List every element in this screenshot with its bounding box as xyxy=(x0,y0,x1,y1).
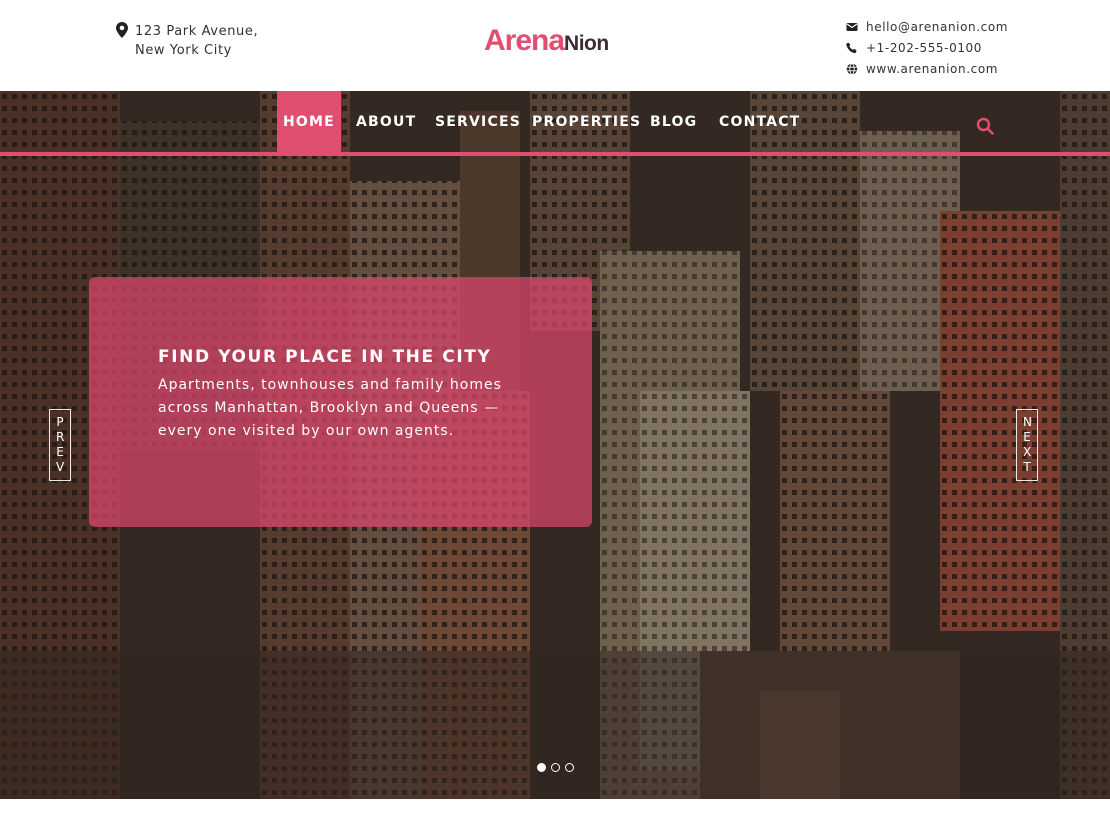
slider-pagination xyxy=(537,763,574,772)
prev-slide-button[interactable]: PREV xyxy=(49,409,71,481)
next-slide-button[interactable]: NEXT xyxy=(1016,409,1038,481)
nav-item-home[interactable]: HOME xyxy=(277,91,341,153)
logo-part-1: Arena xyxy=(484,24,565,57)
email-row[interactable]: hello@arenanion.com xyxy=(846,16,1008,37)
search-icon[interactable] xyxy=(976,117,994,135)
slide-text: Apartments, townhouses and family homes … xyxy=(158,377,502,439)
email-text[interactable]: hello@arenanion.com xyxy=(866,20,1008,34)
nav-item-about[interactable]: ABOUT xyxy=(356,91,416,153)
phone-icon xyxy=(846,42,857,53)
hero-slider: HOME ABOUT SERVICES PROPERTIES BLOG CONT… xyxy=(0,91,1110,799)
top-header: 123 Park Avenue, New York City ArenaNion… xyxy=(0,0,1110,91)
slide-dot-3[interactable] xyxy=(565,763,574,772)
slide-dot-2[interactable] xyxy=(551,763,560,772)
nav-item-contact[interactable]: CONTACT xyxy=(719,91,800,153)
slide-title: FIND YOUR PLACE IN THE CITY xyxy=(158,347,492,367)
nav-underline xyxy=(0,152,1110,156)
main-nav: HOME ABOUT SERVICES PROPERTIES BLOG CONT… xyxy=(0,91,1110,153)
nav-item-properties[interactable]: PROPERTIES xyxy=(532,91,641,153)
globe-icon xyxy=(846,62,858,75)
site-logo[interactable]: ArenaNion xyxy=(484,24,609,58)
next-label: NEXT xyxy=(1023,415,1032,474)
logo-part-2: Nion xyxy=(564,32,609,55)
address-line-2: New York City xyxy=(135,43,232,58)
phone-row[interactable]: +1-202-555-0100 xyxy=(846,37,1008,58)
nav-item-services[interactable]: SERVICES xyxy=(435,91,521,153)
prev-label: PREV xyxy=(56,415,65,474)
nav-item-blog[interactable]: BLOG xyxy=(650,91,697,153)
contact-block: hello@arenanion.com +1-202-555-0100 www.… xyxy=(846,16,1008,79)
phone-text[interactable]: +1-202-555-0100 xyxy=(866,41,982,55)
slide-caption-card: FIND YOUR PLACE IN THE CITY Apartments, … xyxy=(89,277,592,527)
address-block: 123 Park Avenue, New York City xyxy=(116,22,258,60)
map-pin-icon xyxy=(116,22,128,38)
website-row[interactable]: www.arenanion.com xyxy=(846,58,1008,79)
slide-dot-1[interactable] xyxy=(537,763,546,772)
website-text[interactable]: www.arenanion.com xyxy=(866,62,998,76)
envelope-icon xyxy=(846,22,858,31)
address-line-1: 123 Park Avenue, xyxy=(135,24,259,39)
